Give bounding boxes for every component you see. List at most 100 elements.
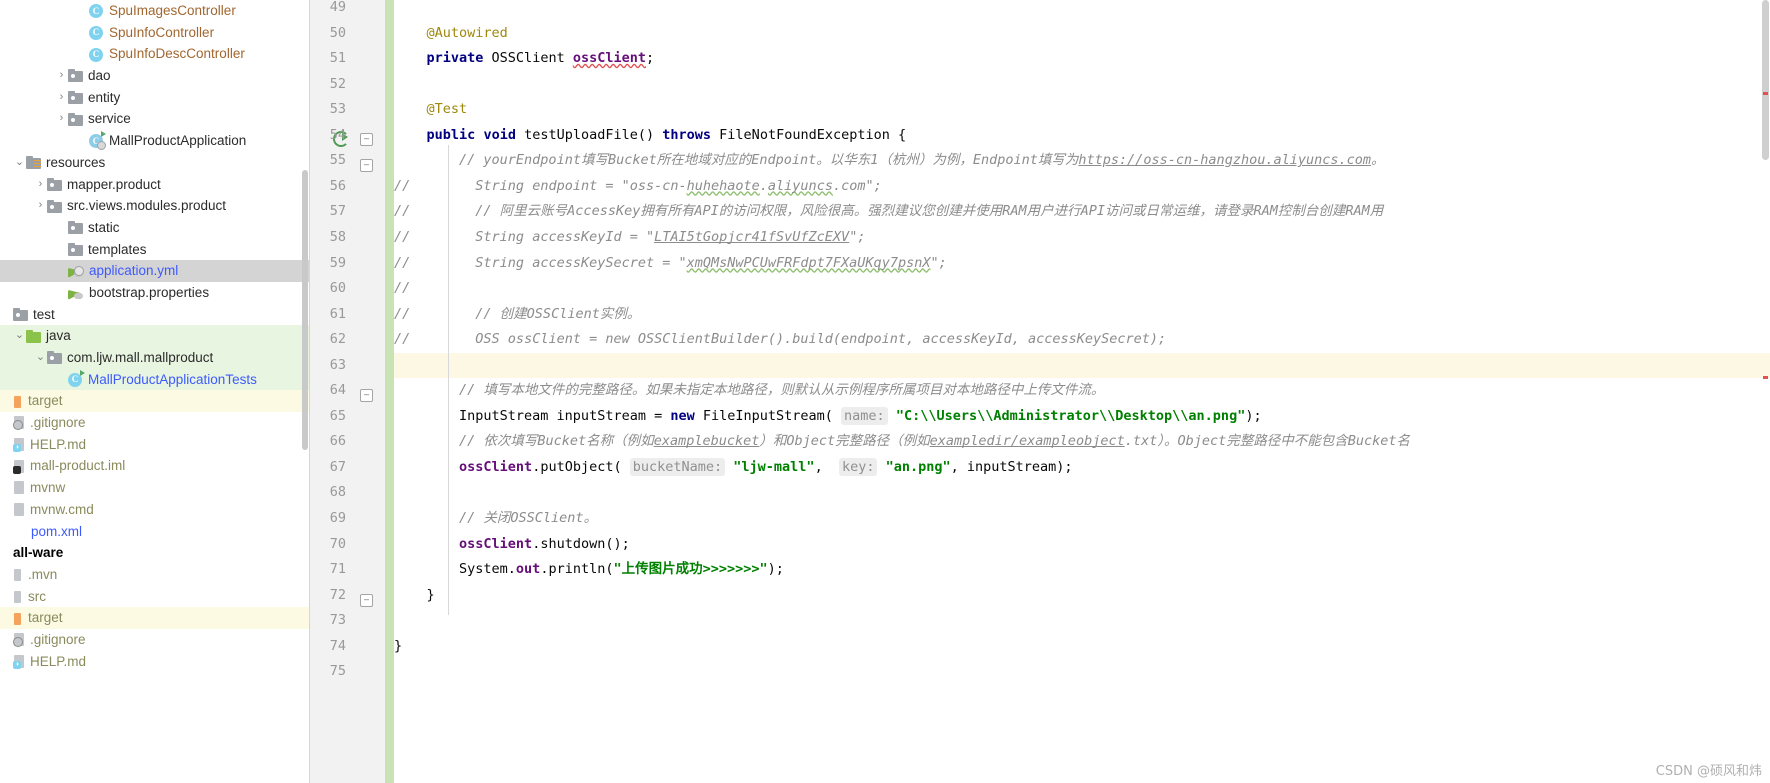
tree-item-templates[interactable]: ›templates	[0, 239, 310, 261]
tree-item-mallproductapplicationtests[interactable]: ›CMallProductApplicationTests	[0, 369, 310, 391]
sidebar-scrollbar[interactable]	[302, 170, 308, 450]
tree-item-spuimagescontroller[interactable]: ›CSpuImagesController	[0, 0, 310, 22]
fold-marker-54[interactable]: –	[360, 133, 373, 146]
tree-item-target[interactable]: ›target	[0, 390, 310, 412]
tree-item-java[interactable]: ⌄ java	[0, 325, 310, 347]
code-line-64[interactable]: // 填写本地文件的完整路径。如果未指定本地路径，则默认从示例程序所属项目对本地…	[394, 378, 1104, 404]
tree-item-src-views-modules-product[interactable]: › src.views.modules.product	[0, 195, 310, 217]
tree-item-label: HELP.md	[30, 651, 86, 673]
code-text-area[interactable]: @Autowired private OSSClient ossClient; …	[394, 0, 1770, 783]
line-number: 56	[310, 174, 346, 200]
markdown-file-icon: ◑	[13, 654, 25, 669]
chevron-right-icon[interactable]: ›	[55, 87, 68, 109]
tree-item-label: all-ware	[13, 542, 63, 564]
code-line-67[interactable]: ossClient.putObject( bucketName: "ljw-ma…	[394, 455, 1073, 481]
class-icon: C	[89, 25, 104, 40]
line-number: 51	[310, 46, 346, 72]
fold-marker-63[interactable]: –	[360, 389, 373, 402]
code-line-58[interactable]: // String accessKeyId = "LTAI5tGopjcr41f…	[394, 225, 865, 251]
code-line-53[interactable]: @Test	[394, 97, 467, 123]
line-number: 52	[310, 72, 346, 98]
code-line-50[interactable]: @Autowired	[394, 21, 508, 47]
tree-item--gitignore[interactable]: ›.gitignore	[0, 629, 310, 651]
line-number: 68	[310, 480, 346, 506]
code-line-56[interactable]: // String endpoint = "oss-cn-huhehaote.a…	[394, 174, 882, 200]
fold-marker-72[interactable]: –	[360, 594, 373, 607]
yml-file-icon	[68, 264, 84, 278]
line-number: 74	[310, 634, 346, 660]
code-line-51[interactable]: private OSSClient ossClient;	[394, 46, 654, 72]
tree-item-entity[interactable]: › entity	[0, 87, 310, 109]
tree-item-test[interactable]: ›test	[0, 304, 310, 326]
tree-item-all-ware[interactable]: ›all-ware	[0, 542, 310, 564]
tree-item-label: src.views.modules.product	[67, 195, 226, 217]
line-number: 55	[310, 148, 346, 174]
tree-item-target[interactable]: ›target	[0, 607, 310, 629]
tree-item-help-md[interactable]: ›◑HELP.md	[0, 434, 310, 456]
class-icon: C	[89, 47, 104, 62]
tree-item-mapper-product[interactable]: › mapper.product	[0, 174, 310, 196]
target-folder-icon	[13, 611, 23, 626]
code-line-69[interactable]: // 关闭OSSClient。	[394, 506, 597, 532]
code-line-57[interactable]: // // 阿里云账号AccessKey拥有所有API的访问权限，风险很高。强烈…	[394, 199, 1383, 225]
tree-item-label: application.yml	[89, 260, 178, 282]
fold-marker-55[interactable]: –	[360, 159, 373, 172]
tree-item-src[interactable]: ›src	[0, 586, 310, 608]
ide-window: ›CSpuImagesController›CSpuInfoController…	[0, 0, 1770, 783]
project-tool-window[interactable]: › C SpuImagesController › C SpuInfoController…	[0, 0, 310, 783]
code-line-54[interactable]: public void testUploadFile() throws File…	[394, 123, 906, 149]
tree-item-mall-product-iml[interactable]: ›mall-product.iml	[0, 455, 310, 477]
chevron-down-icon[interactable]: ⌄	[34, 347, 47, 369]
tree-item-mallproductapplication[interactable]: ›CMallProductApplication	[0, 130, 310, 152]
chevron-right-icon[interactable]: ›	[55, 108, 68, 130]
code-line-74[interactable]: }	[394, 634, 402, 660]
editor-scrollbar[interactable]	[1762, 0, 1769, 160]
folder-icon	[13, 308, 28, 321]
tree-item-label: SpuInfoDescController	[109, 43, 245, 65]
error-stripe-marker[interactable]	[1763, 92, 1768, 95]
code-line-70[interactable]: ossClient.shutdown();	[394, 532, 630, 558]
tree-item-spuinfodesccontroller[interactable]: ›CSpuInfoDescController	[0, 43, 310, 65]
code-line-55[interactable]: // yourEndpoint填写Bucket所在地域对应的Endpoint。以…	[394, 148, 1385, 174]
target-folder-icon	[13, 394, 23, 409]
code-line-59[interactable]: // String accessKeySecret = "xmQMsNwPCUw…	[394, 251, 947, 277]
tree-item-mvnw[interactable]: ›mvnw	[0, 477, 310, 499]
code-line-60[interactable]: //	[394, 276, 410, 302]
tree-item-dao[interactable]: › dao	[0, 65, 310, 87]
chevron-right-icon[interactable]: ›	[55, 65, 68, 87]
line-number: 58	[310, 225, 346, 251]
iml-file-icon	[13, 459, 25, 474]
code-line-71[interactable]: System.out.println("上传图片成功>>>>>>>");	[394, 557, 784, 583]
runnable-class-icon: C	[89, 133, 104, 148]
tree-item-resources[interactable]: ⌄ resources	[0, 152, 310, 174]
tree-item-application-yml[interactable]: ›application.yml	[0, 260, 310, 282]
tree-item-label: dao	[88, 65, 111, 87]
tree-item-label: mall-product.iml	[30, 455, 125, 477]
error-stripe-marker[interactable]	[1763, 376, 1768, 379]
folder-icon	[68, 221, 83, 234]
editor-pane[interactable]: – – – – @Autowired private OSSClient oss…	[310, 0, 1770, 783]
chevron-right-icon[interactable]: ›	[34, 195, 47, 217]
tree-item-help-md[interactable]: ›◑HELP.md	[0, 651, 310, 673]
tree-item--gitignore[interactable]: ›.gitignore	[0, 412, 310, 434]
tree-item-spuinfocontroller[interactable]: ›CSpuInfoController	[0, 22, 310, 44]
code-line-65[interactable]: InputStream inputStream = new FileInputS…	[394, 404, 1262, 430]
tree-item-mvnw-cmd[interactable]: ›mvnw.cmd	[0, 499, 310, 521]
code-line-72[interactable]: }	[394, 583, 435, 609]
tree-item-pom-xml[interactable]: ›pom.xml	[0, 521, 310, 543]
tree-item-bootstrap-properties[interactable]: ›bootstrap.properties	[0, 282, 310, 304]
tree-item-static[interactable]: ›static	[0, 217, 310, 239]
tree-item-label: java	[46, 325, 71, 347]
tree-item--mvn[interactable]: ›.mvn	[0, 564, 310, 586]
line-number: 71	[310, 557, 346, 583]
code-line-66[interactable]: // 依次填写Bucket名称（例如examplebucket）和Object完…	[394, 429, 1410, 455]
tree-item-service[interactable]: › service	[0, 108, 310, 130]
code-line-62[interactable]: // OSS ossClient = new OSSClientBuilder(…	[394, 327, 1166, 353]
chevron-right-icon[interactable]: ›	[34, 174, 47, 196]
chevron-down-icon[interactable]: ⌄	[13, 325, 26, 347]
properties-file-icon	[68, 286, 84, 300]
chevron-down-icon[interactable]: ⌄	[13, 152, 26, 174]
package-icon	[47, 351, 62, 364]
code-line-61[interactable]: // // 创建OSSClient实例。	[394, 302, 640, 328]
tree-item-com-ljw-mall-mallproduct[interactable]: ⌄ com.ljw.mall.mallproduct	[0, 347, 310, 369]
